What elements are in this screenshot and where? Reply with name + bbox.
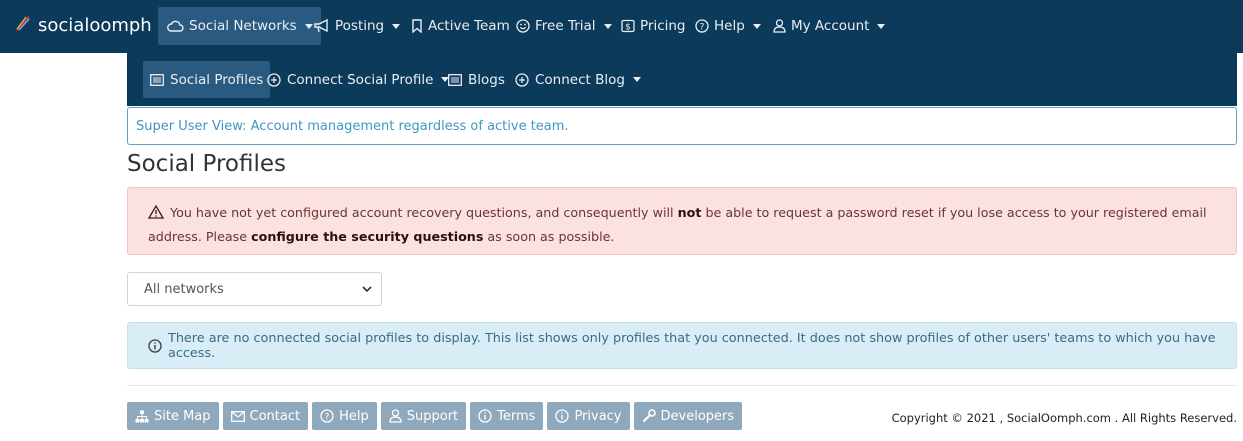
brand-logo[interactable]: socialoomph [14,14,152,37]
smile-icon [516,19,530,33]
nav-free-trial[interactable]: Free Trial [508,7,620,45]
warning-triangle-icon [147,204,165,226]
footer-terms-button[interactable]: Terms [470,402,544,430]
bullhorn-icon [314,19,330,33]
configure-security-questions-link[interactable]: configure the security questions [251,229,483,244]
subnav-label: Social Profiles [170,71,264,88]
alert-bold-not: not [677,205,702,220]
footer-link-label: Developers [660,408,735,424]
nav-label: Posting [335,18,385,34]
footer-site-map-button[interactable]: Site Map [127,402,219,430]
nav-label: Pricing [640,18,686,34]
footer-divider [127,385,1237,386]
wrench-icon [642,409,656,423]
footer-support-button[interactable]: Support [380,402,467,430]
footer-privacy-button[interactable]: Privacy [547,402,630,430]
list-icon [448,73,462,86]
footer-link-label: Contact [249,408,301,424]
bookmark-icon [411,19,423,33]
chevron-down-icon [362,282,372,297]
user-icon [773,19,786,33]
super-user-text: Super User View: Account management rega… [136,118,569,134]
dollar-icon: $ [621,19,635,33]
footer-link-label: Privacy [574,408,622,424]
nav-help[interactable]: ? Help [687,7,769,45]
nav-social-networks[interactable]: Social Networks [158,7,321,45]
info-circle-icon [148,338,162,353]
info-circle-icon [478,409,492,423]
plus-circle-icon [267,72,281,87]
footer-link-label: Terms [497,408,536,424]
alert-text-1: You have not yet configured account reco… [170,205,678,220]
svg-text:?: ? [700,23,705,33]
envelope-icon [230,410,245,422]
chevron-down-icon [392,23,401,29]
chevron-down-icon [877,23,886,29]
footer-help-button[interactable]: ? Help [312,402,377,430]
subnav-blogs[interactable]: Blogs [441,61,512,98]
info-circle-icon [555,409,570,423]
select-value: All networks [144,281,224,297]
nav-label: My Account [791,18,870,34]
info-text: There are no connected social profiles t… [168,330,1216,361]
cloud-icon [166,19,184,33]
nav-label: Free Trial [535,18,596,34]
user-icon [389,409,402,423]
nav-label: Social Networks [189,18,297,34]
chevron-down-icon [603,23,612,29]
nav-pricing[interactable]: $ Pricing [613,7,694,45]
feather-logo-icon [14,14,38,37]
super-user-notice: Super User View: Account management rega… [127,107,1237,145]
list-icon [150,73,164,86]
plus-circle-icon [515,72,529,87]
network-filter-select[interactable]: All networks [127,272,382,306]
chevron-down-icon [752,23,761,29]
sub-navbar: Social Profiles Connect Social Profile B… [127,53,1237,106]
footer-contact-button[interactable]: Contact [222,402,309,430]
subnav-social-profiles[interactable]: Social Profiles [143,61,271,98]
brand-name: socialoomph [38,15,152,36]
security-questions-alert: You have not yet configured account reco… [127,187,1237,255]
alert-text-3: as soon as possible. [483,229,615,244]
footer-developers-button[interactable]: Developers [633,402,743,430]
nav-posting[interactable]: Posting [306,7,408,45]
svg-text:?: ? [325,413,330,423]
footer-link-label: Help [339,408,369,424]
nav-label: Help [714,18,745,34]
footer-links: Site Map Contact ? Help Support Terms Pr… [127,402,743,430]
question-circle-icon: ? [320,409,334,423]
nav-active-team[interactable]: Active Team [403,7,518,45]
question-circle-icon: ? [695,19,709,33]
copyright-text: Copyright © 2021 , SocialOomph.com . All… [891,411,1237,425]
nav-label: Active Team [428,18,510,34]
footer-link-label: Support [406,408,459,424]
chevron-down-icon [632,77,641,82]
top-navbar: socialoomph Social Networks Posting Acti… [0,0,1243,53]
sitemap-icon [135,410,149,423]
footer-link-label: Site Map [154,408,211,424]
subnav-label: Connect Blog [535,71,625,88]
subnav-connect-blog[interactable]: Connect Blog [508,61,648,98]
nav-my-account[interactable]: My Account [765,7,893,45]
subnav-label: Connect Social Profile [287,71,434,88]
subnav-label: Blogs [468,71,505,88]
subnav-connect-social-profile[interactable]: Connect Social Profile [260,61,456,98]
page-title: Social Profiles [127,151,287,177]
no-profiles-info: There are no connected social profiles t… [127,322,1237,369]
svg-text:$: $ [625,23,631,33]
